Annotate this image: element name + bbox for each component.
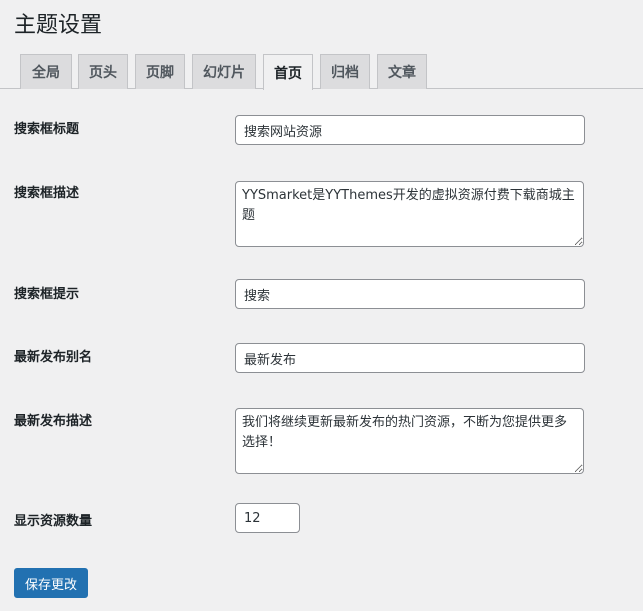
- page-title: 主题设置: [14, 13, 103, 38]
- tab-archive[interactable]: 归档: [320, 54, 370, 89]
- resource-count-label: 显示资源数量: [14, 514, 93, 529]
- search-title-input[interactable]: [235, 115, 585, 145]
- search-desc-textarea[interactable]: YYSmarket是YYThemes开发的虚拟资源付费下载商城主题: [235, 181, 584, 247]
- settings-tabs: 全局 页头 页脚 幻灯片 首页 归档 文章: [0, 54, 643, 90]
- tab-header[interactable]: 页头: [78, 54, 128, 89]
- latest-alias-input[interactable]: [235, 343, 585, 373]
- search-desc-label: 搜索框描述: [14, 186, 80, 201]
- save-button[interactable]: 保存更改: [14, 568, 88, 598]
- tab-footer[interactable]: 页脚: [135, 54, 185, 89]
- tab-slideshow[interactable]: 幻灯片: [192, 54, 256, 89]
- tab-article[interactable]: 文章: [377, 54, 427, 89]
- tab-global[interactable]: 全局: [20, 54, 72, 89]
- search-hint-input[interactable]: [235, 279, 585, 309]
- latest-alias-label: 最新发布别名: [14, 350, 93, 365]
- latest-desc-textarea[interactable]: 我们将继续更新最新发布的热门资源，不断为您提供更多选择！: [235, 408, 584, 474]
- tab-home[interactable]: 首页: [263, 54, 313, 90]
- search-hint-label: 搜索框提示: [14, 287, 80, 302]
- latest-desc-label: 最新发布描述: [14, 414, 93, 429]
- search-title-label: 搜索框标题: [14, 122, 80, 137]
- resource-count-input[interactable]: [235, 503, 300, 533]
